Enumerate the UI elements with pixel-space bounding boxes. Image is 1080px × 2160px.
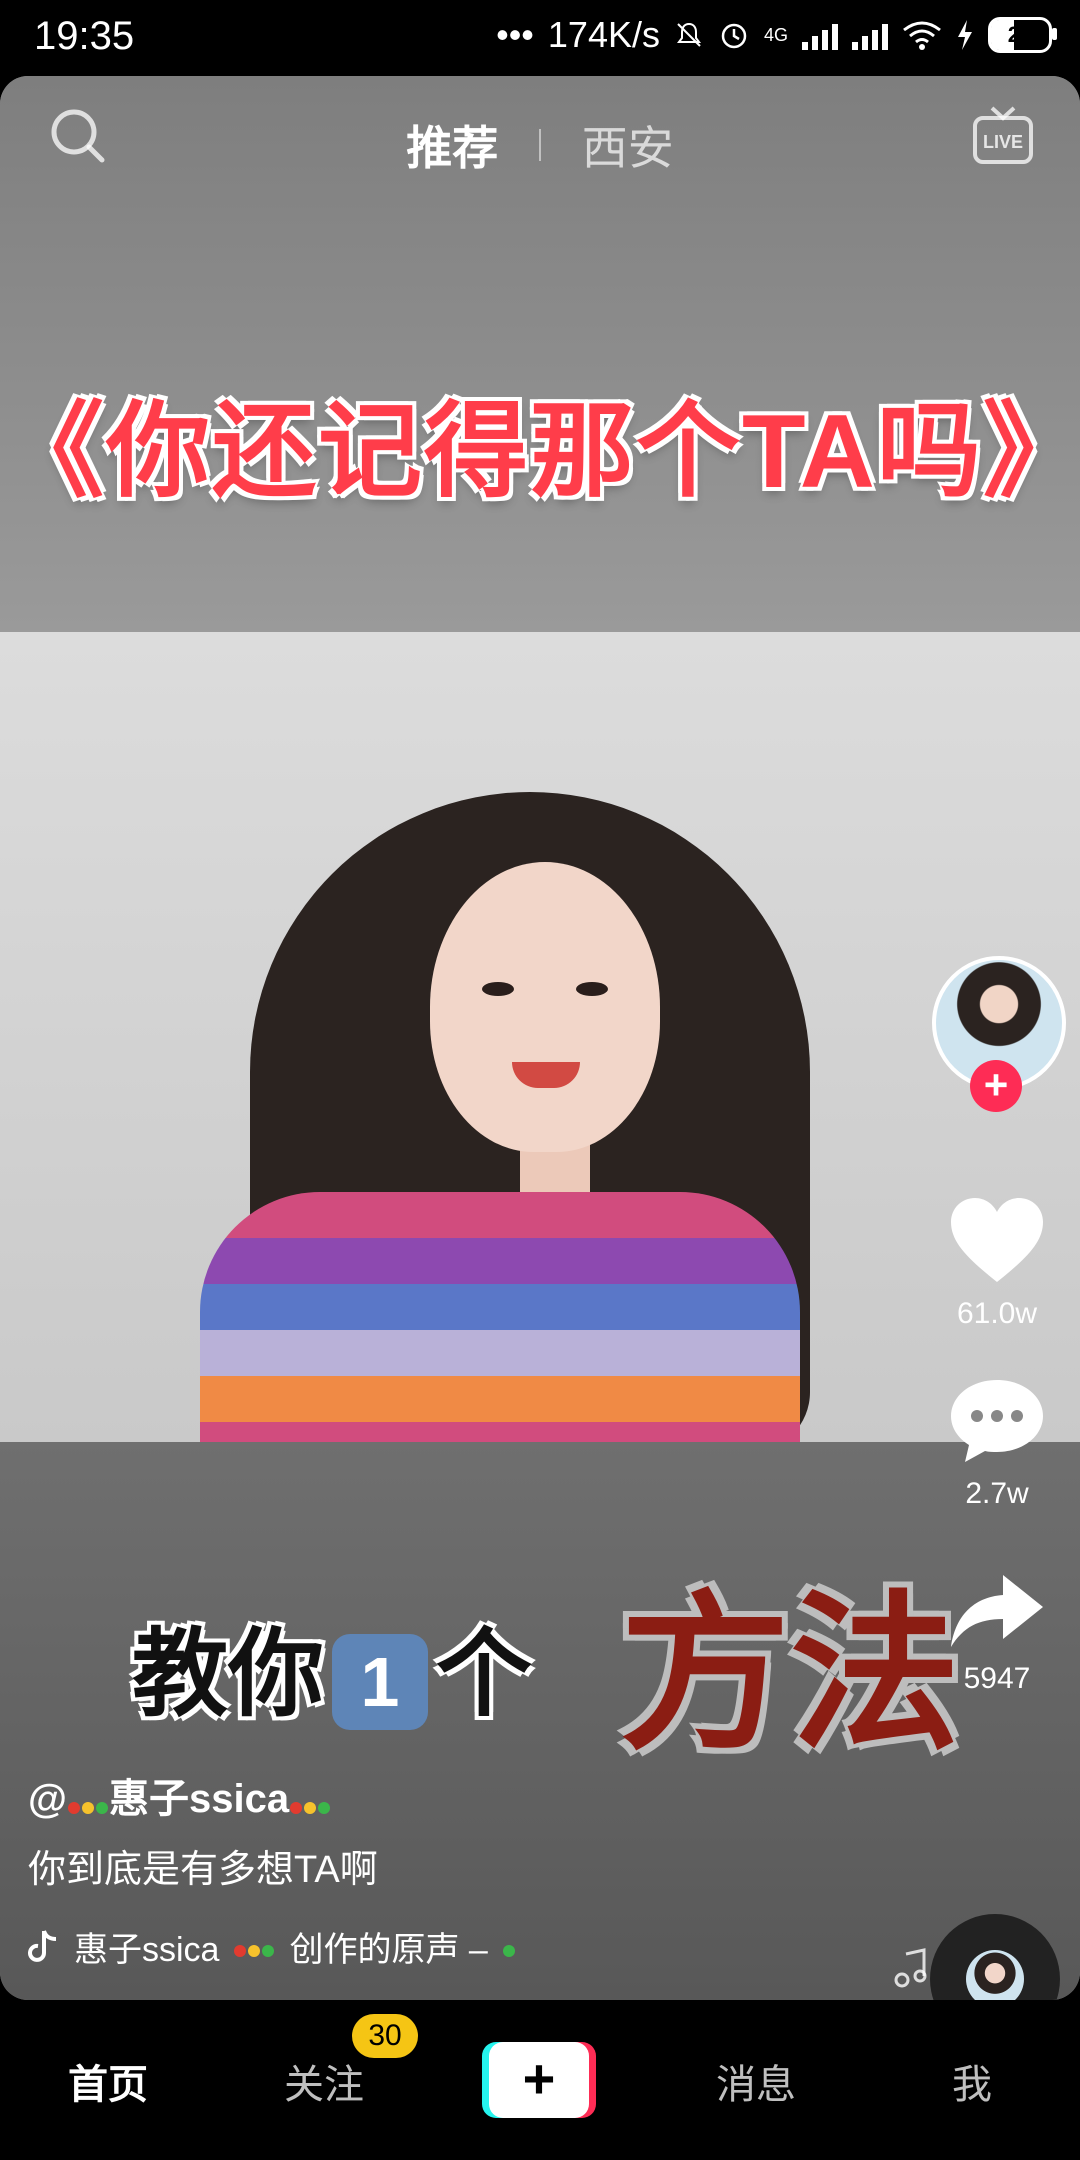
signal-icon	[802, 20, 838, 50]
emoji-dots-icon	[289, 1779, 331, 1824]
video-frame	[0, 632, 1080, 1442]
comment-button[interactable]: 2.7w	[942, 1376, 1052, 1511]
feed-tabs: 推荐 西安	[0, 112, 1080, 178]
nav-home[interactable]: 首页	[68, 2052, 148, 2110]
overlay-teach-prefix: 教你	[132, 1621, 324, 1728]
wifi-icon	[903, 21, 941, 50]
charging-icon	[958, 20, 972, 50]
person-eye-left	[482, 982, 514, 996]
nav-following[interactable]: 关注	[284, 2052, 364, 2110]
video-headline: 《你还记得那个TA吗》	[0, 394, 1080, 510]
tab-divider	[539, 129, 541, 161]
video-overlay-method: 方法	[620, 1580, 961, 1770]
tab-recommended[interactable]: 推荐	[406, 112, 498, 178]
emoji-dots-icon	[233, 1927, 275, 1966]
create-button-plus: +	[489, 2042, 589, 2118]
follow-button[interactable]: +	[970, 1060, 1022, 1112]
music-info[interactable]: 惠子ssica 创作的原声 –	[28, 1922, 516, 1971]
overlay-number: 1	[332, 1633, 428, 1730]
video-overlay-teach: 教你 1 个	[132, 1596, 532, 1735]
tab-local[interactable]: 西安	[582, 112, 674, 178]
person-mouth	[512, 1062, 580, 1088]
bottom-nav: 首页 关注 30 + 消息 我	[0, 2000, 1080, 2160]
create-button[interactable]: +	[482, 2042, 596, 2118]
nav-messages[interactable]: 消息	[716, 2052, 796, 2110]
alarm-icon	[721, 23, 747, 49]
overlay-teach-suffix: 个	[436, 1621, 532, 1728]
author-at: @	[28, 1777, 68, 1821]
mute-icon	[676, 22, 701, 47]
status-icons: ••• 174K/s 4G 25	[496, 14, 1057, 56]
heart-icon	[951, 1198, 1043, 1282]
emoji-dots-icon	[67, 1779, 109, 1824]
video-player[interactable]: 推荐 西安 LIVE 《你还记得那个TA吗》 教你 1 个 方法 + 61.0w 2…	[0, 76, 1080, 2000]
comment-count: 2.7w	[965, 1477, 1029, 1510]
status-time: 19:35	[34, 14, 135, 58]
battery-icon: 25	[988, 17, 1057, 53]
share-button[interactable]: 5947	[942, 1571, 1052, 1696]
music-author: 惠子ssica	[74, 1931, 220, 1969]
battery-level: 25	[1007, 22, 1033, 47]
like-count: 61.0w	[956, 1297, 1038, 1330]
person-eye-right	[576, 982, 608, 996]
video-caption: 你到底是有多想TA啊	[28, 1849, 378, 1891]
music-note-icon	[894, 1948, 927, 1988]
network-type: 4G	[763, 25, 788, 45]
person-shirt	[200, 1192, 800, 1442]
status-bar: 19:35 ••• 174K/s 4G 25	[0, 0, 1080, 76]
tiktok-note-icon	[28, 1929, 57, 1962]
live-icon[interactable]: LIVE	[972, 104, 1034, 166]
person-face	[430, 862, 660, 1152]
nav-me[interactable]: 我	[952, 2052, 992, 2110]
signal-icon-2	[852, 20, 888, 50]
emoji-dot-icon	[502, 1927, 516, 1966]
music-suffix: 创作的原声 –	[289, 1931, 488, 1969]
author-name-text: 惠子ssica	[109, 1777, 290, 1821]
following-badge: 30	[352, 2014, 418, 2058]
music-disc-cover	[966, 1950, 1024, 2000]
network-speed: 174K/s	[547, 14, 660, 55]
share-icon	[951, 1575, 1043, 1647]
top-nav: 推荐 西安 LIVE	[0, 76, 1080, 196]
more-dots-icon: •••	[496, 14, 534, 55]
live-label: LIVE	[983, 132, 1023, 152]
author-name[interactable]: @ 惠子ssica	[28, 1766, 331, 1824]
share-count: 5947	[963, 1662, 1031, 1695]
like-button[interactable]: 61.0w	[942, 1196, 1052, 1331]
comment-icon	[951, 1380, 1043, 1462]
